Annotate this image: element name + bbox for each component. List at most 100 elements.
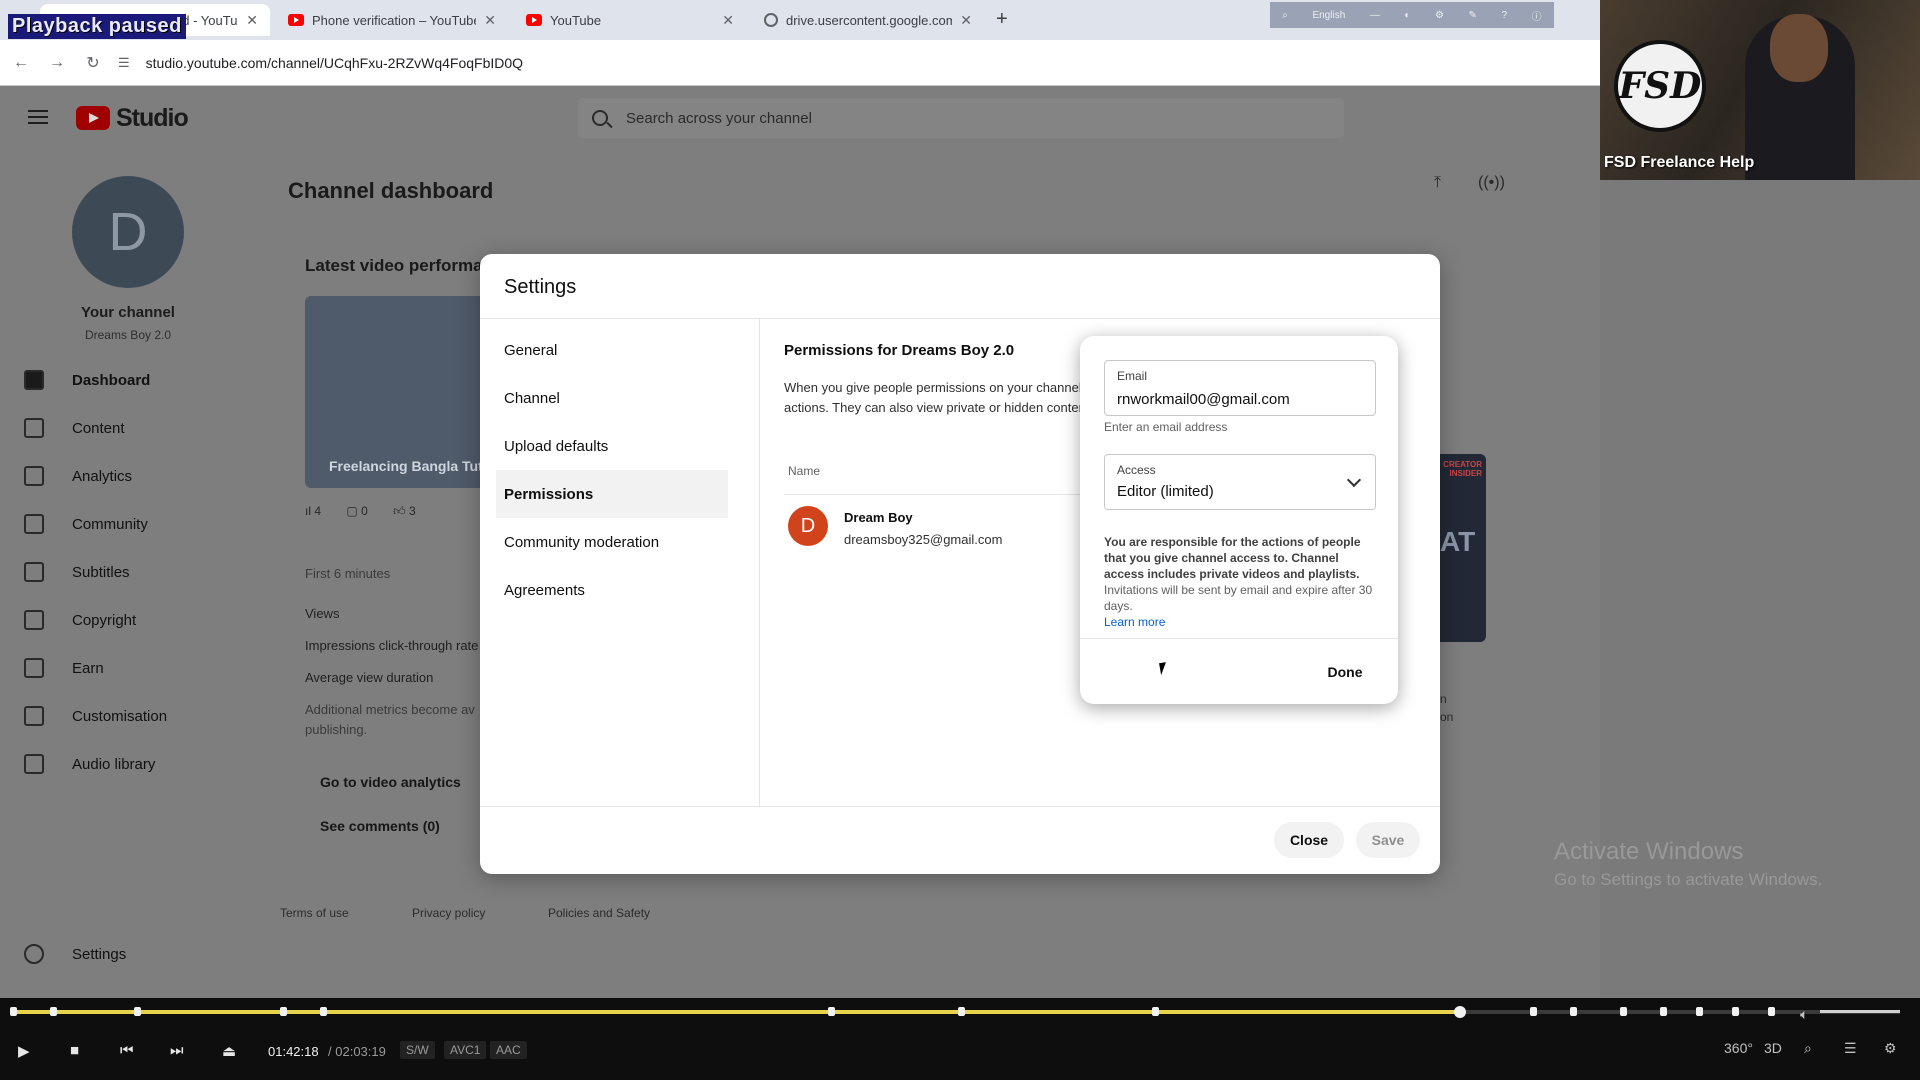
chapter-marker[interactable]: [1732, 1007, 1739, 1016]
zoom-icon[interactable]: ⌕: [1282, 10, 1288, 21]
360-button[interactable]: 360°: [1724, 1040, 1753, 1056]
bar-chart-icon: ıl: [305, 504, 311, 518]
sidebar-item-audio-library[interactable]: Audio library: [24, 754, 155, 774]
your-channel-title: Your channel: [81, 304, 175, 321]
tab-youtube[interactable]: YouTube ✕: [514, 4, 746, 36]
email-input[interactable]: rnworkmail00@gmail.com: [1117, 391, 1290, 408]
chapter-marker[interactable]: [828, 1007, 835, 1016]
search-zoom-icon[interactable]: ⌕: [1804, 1040, 1812, 1057]
chapter-marker[interactable]: [958, 1007, 965, 1016]
sidebar-item-earn[interactable]: Earn: [24, 658, 104, 678]
gear-icon: [24, 944, 44, 964]
chapter-marker[interactable]: [280, 1007, 287, 1016]
chapter-marker[interactable]: [10, 1007, 17, 1016]
chapter-marker[interactable]: [1530, 1007, 1537, 1016]
chapter-marker[interactable]: [1768, 1007, 1775, 1016]
settings-nav-agreements[interactable]: Agreements: [496, 566, 728, 614]
close-icon[interactable]: ✕: [722, 12, 734, 29]
see-comments-link[interactable]: See comments (0): [320, 818, 440, 834]
presenter-head: [1770, 14, 1828, 82]
url-field[interactable]: studio.youtube.com/channel/UCqhFxu-2RZvW…: [146, 55, 523, 71]
settings-nav-upload-defaults[interactable]: Upload defaults: [496, 422, 728, 470]
footer-privacy-link[interactable]: Privacy policy: [412, 906, 485, 920]
chapter-marker[interactable]: [1620, 1007, 1627, 1016]
sidebar-item-copyright[interactable]: Copyright: [24, 610, 136, 630]
chapter-marker[interactable]: [320, 1007, 327, 1016]
chapter-marker[interactable]: [1660, 1007, 1667, 1016]
seek-bar[interactable]: [10, 1006, 1900, 1018]
previous-icon[interactable]: ⏮: [120, 1042, 134, 1059]
creator-insider-card[interactable]: CREATOR INSIDER AT: [1436, 454, 1486, 642]
floating-toolbar[interactable]: ⌕ English — ◐ ⚙ ✎ ? ⓘ: [1270, 2, 1554, 28]
youtube-logo-icon[interactable]: [76, 106, 110, 130]
sidebar-item-community[interactable]: Community: [24, 514, 148, 534]
3d-button[interactable]: 3D: [1764, 1040, 1782, 1056]
sidebar-item-subtitles[interactable]: Subtitles: [24, 562, 130, 582]
close-icon[interactable]: ✕: [960, 12, 972, 29]
channel-avatar[interactable]: D: [72, 176, 184, 288]
studio-logo-text[interactable]: Studio: [116, 104, 189, 133]
settings-nav-community-moderation[interactable]: Community moderation: [496, 518, 728, 566]
site-info-icon[interactable]: ☰: [118, 55, 130, 71]
chapter-marker[interactable]: [1696, 1007, 1703, 1016]
volume-slider[interactable]: [1820, 1010, 1900, 1013]
studio-header: Studio Search across your channel: [0, 86, 1600, 150]
footer-policies-link[interactable]: Policies and Safety: [548, 906, 650, 920]
language-label[interactable]: English: [1312, 10, 1345, 21]
settings-nav-permissions[interactable]: Permissions: [496, 470, 728, 518]
learn-more-link[interactable]: Learn more: [1104, 614, 1376, 630]
audio-library-icon: [24, 754, 44, 774]
channel-search-box[interactable]: Search across your channel: [578, 98, 1344, 138]
info-icon[interactable]: ⓘ: [1532, 8, 1542, 23]
email-field[interactable]: Email rnworkmail00@gmail.com: [1104, 360, 1376, 416]
edit-icon[interactable]: ✎: [1469, 10, 1477, 21]
chapter-marker[interactable]: [1570, 1007, 1577, 1016]
volume-icon[interactable]: 🔈︎: [1800, 1006, 1808, 1023]
settings-icon[interactable]: ⚙: [1435, 10, 1444, 21]
user-icon[interactable]: ◐: [1404, 10, 1410, 21]
reload-icon[interactable]: ↻: [78, 53, 108, 73]
hamburger-menu-icon[interactable]: [28, 110, 48, 124]
done-button[interactable]: Done: [1312, 656, 1378, 688]
playlist-icon[interactable]: ☰: [1844, 1040, 1857, 1057]
footer-terms-link[interactable]: Terms of use: [280, 906, 349, 920]
seek-handle[interactable]: [1454, 1006, 1467, 1018]
access-dropdown[interactable]: Access Editor (limited): [1104, 454, 1376, 510]
sidebar-item-dashboard[interactable]: Dashboard: [24, 370, 150, 390]
side-text-fragment: on: [1440, 710, 1454, 724]
first-minutes-label: First 6 minutes: [305, 566, 391, 581]
sidebar-item-customisation[interactable]: Customisation: [24, 706, 167, 726]
play-icon[interactable]: ▶: [18, 1042, 30, 1060]
settings-nav-general[interactable]: General: [496, 326, 728, 374]
help-icon[interactable]: ?: [1501, 10, 1507, 21]
chapter-marker[interactable]: [1152, 1007, 1159, 1016]
chapter-marker[interactable]: [134, 1007, 141, 1016]
chapter-marker[interactable]: [50, 1007, 57, 1016]
close-button[interactable]: Close: [1274, 822, 1344, 858]
next-icon[interactable]: ⏭: [170, 1042, 184, 1059]
back-arrow-icon[interactable]: ←: [6, 54, 36, 72]
go-to-video-analytics-link[interactable]: Go to video analytics: [320, 774, 461, 790]
close-icon[interactable]: ✕: [484, 12, 496, 29]
channel-name: Dreams Boy 2.0: [84, 328, 172, 342]
new-tab-button[interactable]: +: [996, 8, 1008, 31]
sidebar-item-analytics[interactable]: Analytics: [24, 466, 132, 486]
sidebar-item-settings[interactable]: Settings: [24, 944, 126, 964]
metric-ctr: Impressions click-through rate: [305, 638, 479, 653]
close-icon[interactable]: ✕: [246, 12, 258, 29]
go-live-icon[interactable]: ((•)): [1478, 174, 1505, 192]
eject-icon[interactable]: ⏏: [222, 1042, 236, 1060]
save-button[interactable]: Save: [1356, 822, 1420, 858]
minimize-icon[interactable]: —: [1370, 10, 1380, 21]
upload-icon[interactable]: ⤒: [1434, 174, 1441, 192]
tab-drive-usercontent[interactable]: drive.usercontent.google.com ✕: [752, 4, 984, 36]
settings-nav-channel[interactable]: Channel: [496, 374, 728, 422]
video-thumbnail[interactable]: Freelancing Bangla Tut: [305, 296, 485, 488]
tab-phone-verification[interactable]: Phone verification – YouTube ✕: [276, 4, 508, 36]
metrics-note-line2: publishing.: [305, 722, 368, 737]
forward-arrow-icon[interactable]: →: [42, 54, 72, 72]
sidebar-item-content[interactable]: Content: [24, 418, 125, 438]
stop-icon[interactable]: ■: [70, 1042, 79, 1059]
gear-icon[interactable]: ⚙: [1884, 1040, 1897, 1057]
divider: [1080, 638, 1398, 639]
